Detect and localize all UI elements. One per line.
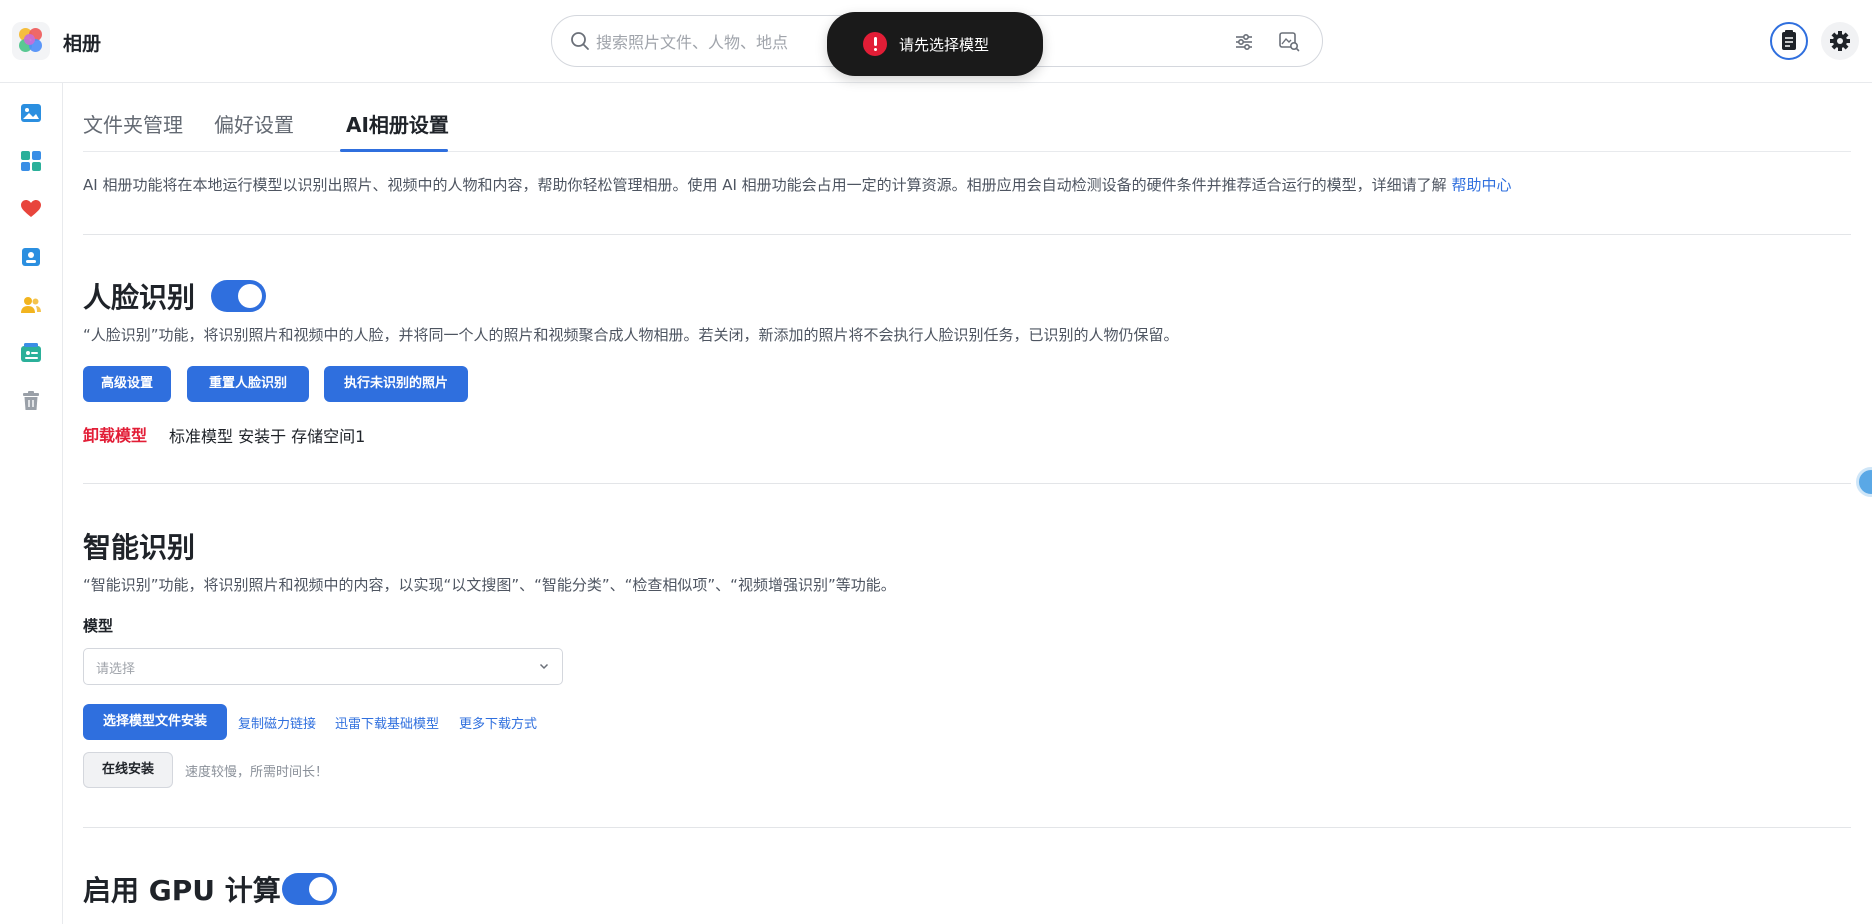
toast-message: 请先选择模型: [899, 36, 990, 54]
tab-folder-management[interactable]: 文件夹管理: [83, 109, 183, 138]
trash-icon: [23, 391, 39, 410]
model-field-label: 模型: [83, 617, 114, 635]
model-select-placeholder: 请选择: [96, 662, 136, 677]
copy-magnet-link[interactable]: 复制磁力链接: [238, 713, 316, 732]
sidebar: [0, 83, 63, 924]
toggle-knob: [238, 284, 262, 308]
face-recognition-toggle[interactable]: [211, 280, 266, 312]
sidebar-item-favorites[interactable]: [17, 195, 45, 223]
sidebar-item-albums[interactable]: [17, 147, 45, 175]
run-unrecognized-photos-button[interactable]: 执行未识别的照片: [324, 366, 468, 402]
intro-description: AI 相册功能将在本地运行模型以识别出照片、视频中的人物和内容，帮助你轻松管理相…: [83, 176, 1452, 194]
task-list-button[interactable]: [1770, 22, 1808, 60]
tab-ai-album-settings[interactable]: AI相册设置: [346, 109, 449, 138]
settings-button[interactable]: [1821, 22, 1859, 60]
divider: [83, 827, 1851, 828]
reset-face-recognition-button[interactable]: 重置人脸识别: [187, 366, 309, 402]
divider: [83, 234, 1851, 235]
image-icon: [21, 104, 41, 122]
thunder-download-link[interactable]: 迅雷下载基础模型: [335, 713, 439, 732]
tab-preferences[interactable]: 偏好设置: [214, 109, 294, 138]
sidebar-item-shared[interactable]: [17, 339, 45, 367]
more-download-options-link[interactable]: 更多下载方式: [459, 713, 537, 732]
settings-content: 文件夹管理 偏好设置 AI相册设置 AI 相册功能将在本地运行模型以识别出照片、…: [64, 83, 1872, 924]
sidebar-item-trash[interactable]: [17, 387, 45, 415]
grid-icon: [21, 151, 41, 171]
error-icon: [863, 32, 887, 56]
app-logo-icon: [12, 22, 50, 60]
settings-tabs: 文件夹管理 偏好设置 AI相册设置: [83, 83, 1851, 152]
sidebar-item-people[interactable]: [17, 291, 45, 319]
uninstall-model-link[interactable]: 卸载模型: [83, 422, 147, 446]
sidebar-item-people-album[interactable]: [17, 243, 45, 271]
install-model-file-button[interactable]: 选择模型文件安装: [83, 704, 227, 740]
search-icon: [570, 31, 590, 55]
chevron-down-icon: [539, 663, 549, 670]
face-recognition-title: 人脸识别: [83, 281, 196, 314]
advanced-settings-button[interactable]: 高级设置: [83, 366, 171, 402]
face-recognition-description: “人脸识别”功能，将识别照片和视频中的人脸，并将同一个人的照片和视频聚合成人物相…: [83, 326, 1179, 344]
heart-icon: [21, 200, 41, 217]
clipboard-icon: [1782, 30, 1796, 50]
image-search-icon[interactable]: [1278, 30, 1300, 56]
help-center-link[interactable]: 帮助中心: [1451, 176, 1511, 194]
smart-recognition-description: “智能识别”功能，将识别照片和视频中的内容，以实现“以文搜图”、“智能分类”、“…: [83, 576, 896, 594]
sidebar-item-photos[interactable]: [17, 99, 45, 127]
intro-text: AI 相册功能将在本地运行模型以识别出照片、视频中的人物和内容，帮助你轻松管理相…: [83, 174, 1511, 195]
header: 相册 搜索照片文件、人物、地点 请先选择模型: [0, 0, 1872, 83]
model-select[interactable]: 请选择: [83, 648, 563, 685]
app-title: 相册: [63, 33, 102, 55]
active-tab-indicator: [340, 149, 448, 152]
online-install-button[interactable]: 在线安装: [83, 752, 173, 788]
toast-notification: 请先选择模型: [827, 12, 1043, 76]
smart-recognition-title: 智能识别: [83, 531, 196, 564]
shared-album-icon: [21, 343, 41, 362]
toggle-knob: [309, 877, 333, 901]
gear-icon: [1830, 31, 1850, 51]
installed-model-info: 标准模型 安装于 存储空间1: [169, 427, 366, 446]
divider: [83, 483, 1851, 484]
filter-sliders-icon[interactable]: [1233, 31, 1255, 57]
online-install-hint: 速度较慢，所需时间长！: [185, 765, 329, 780]
gpu-compute-toggle[interactable]: [282, 873, 337, 905]
users-icon: [21, 297, 41, 313]
id-card-icon: [22, 248, 40, 266]
gpu-compute-title: 启用 GPU 计算: [83, 874, 281, 907]
